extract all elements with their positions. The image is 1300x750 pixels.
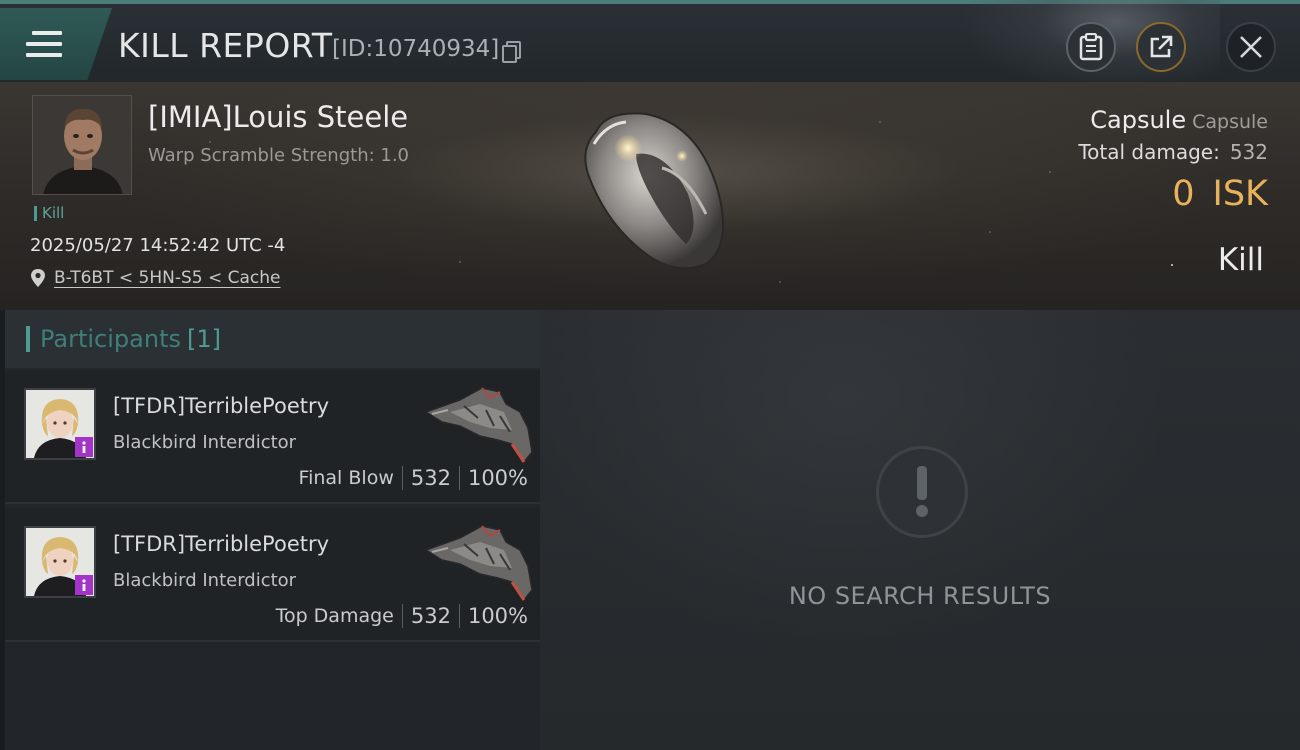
isk-currency: ISK: [1212, 174, 1269, 214]
report-id: [ID:10740934]: [332, 36, 500, 62]
kill-timestamp: 2025/05/27 14:52:42 UTC -4: [30, 235, 286, 256]
victim-name[interactable]: [IMIA]Louis Steele: [148, 100, 408, 134]
participant-stats: Final Blow 532 100%: [299, 466, 528, 490]
close-button[interactable]: [1226, 22, 1276, 72]
participants-count: [1]: [186, 325, 221, 353]
participant-damage: 532: [410, 466, 451, 490]
victim-portrait[interactable]: [32, 95, 132, 195]
interdictor-ship-image: [424, 387, 533, 464]
share-icon: [1150, 35, 1173, 58]
participant-name: [TFDR]TerriblePoetry: [113, 532, 330, 556]
participant-damage: 532: [410, 604, 451, 628]
participant-row[interactable]: [TFDR]TerriblePoetry Blackbird Interdict…: [5, 370, 540, 504]
total-damage: Total damage: 532: [1078, 140, 1268, 164]
isk-value: 0 ISK: [1172, 174, 1268, 214]
exclamation-icon: [876, 446, 968, 538]
top-bar: KILL REPORT [ID:10740934]: [0, 0, 1300, 94]
interdictor-ship-image: [424, 525, 533, 602]
total-damage-value: 532: [1229, 140, 1268, 164]
kill-tag: Kill: [34, 206, 64, 221]
close-icon: [1240, 36, 1262, 58]
participant-avatar[interactable]: [24, 388, 96, 460]
participant-ship: Blackbird Interdictor: [113, 570, 297, 591]
share-button[interactable]: [1136, 22, 1186, 72]
menu-button[interactable]: [0, 8, 112, 80]
stat-divider: [401, 604, 403, 628]
warp-scramble-strength: Warp Scramble Strength: 1.0: [148, 145, 410, 166]
hamburger-menu-icon: [26, 31, 62, 57]
victim-avatar-image: [33, 96, 131, 194]
total-damage-label: Total damage:: [1078, 140, 1220, 164]
copy-icon[interactable]: [502, 41, 521, 63]
participant-role: Top Damage: [275, 605, 394, 627]
participant-role: Final Blow: [298, 467, 394, 489]
participant-row[interactable]: [TFDR]TerriblePoetry Blackbird Interdict…: [5, 508, 540, 642]
player-badge-icon: [75, 575, 93, 595]
participant-name: [TFDR]TerriblePoetry: [113, 394, 330, 418]
participants-panel: Participants [1] [TFDR]TerriblePoetry Bl…: [5, 310, 540, 750]
location-text: B-T6BT < 5HN-S5 < Cache: [54, 268, 281, 288]
victim-ship-type[interactable]: Capsule Capsule: [1090, 106, 1268, 134]
stat-divider: [458, 604, 460, 628]
participants-header[interactable]: Participants [1]: [5, 310, 540, 368]
participants-label: Participants: [40, 325, 181, 353]
participant-avatar[interactable]: [24, 526, 96, 598]
header-accent-bar: [26, 326, 30, 352]
participant-percent: 100%: [467, 604, 528, 628]
clipboard-button[interactable]: [1066, 22, 1116, 72]
no-results-message: NO SEARCH RESULTS: [788, 582, 1052, 610]
participant-percent: 100%: [467, 466, 528, 490]
ship-class: Capsule: [1192, 111, 1268, 133]
player-badge-icon: [75, 437, 93, 457]
victim-banner: [IMIA]Louis Steele Warp Scramble Strengt…: [0, 82, 1300, 310]
ship-name: Capsule: [1090, 106, 1187, 134]
results-panel: NO SEARCH RESULTS: [540, 310, 1300, 750]
stat-divider: [401, 466, 403, 490]
outcome-label: Kill: [1217, 242, 1264, 278]
kill-location-link[interactable]: B-T6BT < 5HN-S5 < Cache: [30, 268, 281, 288]
capsule-ship-image: [584, 112, 725, 270]
clipboard-icon: [1079, 33, 1103, 61]
isk-amount: 0: [1172, 174, 1195, 214]
page-title: KILL REPORT: [118, 26, 333, 65]
location-pin-icon: [31, 269, 45, 287]
participant-ship: Blackbird Interdictor: [113, 432, 297, 453]
participant-stats: Top Damage 532 100%: [276, 604, 528, 628]
stat-divider: [458, 466, 460, 490]
